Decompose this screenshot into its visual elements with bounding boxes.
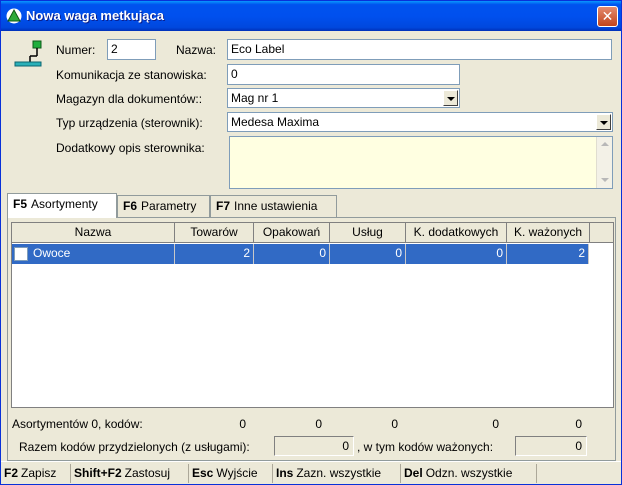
scale-device-icon <box>14 40 42 67</box>
tab-key: F6 <box>123 199 138 213</box>
shortcut-label: Wyjście <box>216 466 258 480</box>
summary-k-wazonych: 0 <box>575 417 582 431</box>
tab-key: F5 <box>13 197 28 211</box>
cell-k-dodatkowych: 0 <box>406 244 507 264</box>
typ-label: Typ urządzenia (sterownik): <box>56 116 203 130</box>
cell-opakowan: 0 <box>254 244 330 264</box>
tab-label: Inne ustawienia <box>234 199 318 213</box>
nazwa-label: Nazwa: <box>176 43 217 57</box>
magazyn-select[interactable]: Mag nr 1 <box>227 88 460 108</box>
tab-label: Asortymenty <box>31 197 98 211</box>
opis-label: Dodatkowy opis sterownika: <box>56 141 205 155</box>
column-header-k-wazonych[interactable]: K. ważonych <box>507 223 590 243</box>
typ-select[interactable]: Medesa Maxima <box>227 112 613 132</box>
summary-towarow: 0 <box>239 417 246 431</box>
typ-value: Medesa Maxima <box>231 115 320 129</box>
shortcut-key: Esc <box>192 466 214 480</box>
cell-nazwa: Owoce <box>12 244 175 264</box>
summary-opakowan: 0 <box>315 417 322 431</box>
magazyn-label: Magazyn dla dokumentów:: <box>56 92 203 106</box>
memo-scrollbar[interactable] <box>596 137 612 188</box>
scale-app-icon <box>6 8 22 24</box>
tab-inne-ustawienia[interactable]: F7 Inne ustawienia <box>210 195 337 217</box>
title-bar[interactable]: Nowa waga metkująca ✕ <box>1 1 621 31</box>
shortcut-deselect-all[interactable]: Del Odzn. wszystkie <box>401 464 537 483</box>
column-header-uslug[interactable]: Usług <box>330 223 406 243</box>
chevron-down-icon[interactable] <box>596 114 611 130</box>
komunikacja-label: Komunikacja ze stanowiska: <box>56 68 207 82</box>
shortcut-label: Zazn. wszystkie <box>296 466 382 480</box>
cell-k-wazonych: 2 <box>507 244 589 264</box>
wazonych-field: 0 <box>515 436 587 456</box>
shortcut-key: Ins <box>276 466 294 480</box>
summary-uslug: 0 <box>391 417 398 431</box>
komunikacja-field[interactable]: 0 <box>227 64 460 85</box>
shortcut-save[interactable]: F2 Zapisz <box>1 464 71 483</box>
cell-nazwa-text: Owoce <box>33 246 71 260</box>
dialog-window: Nowa waga metkująca ✕ Numer: 2 Nazwa: Ec… <box>0 0 622 485</box>
column-header-k-dodatkowych[interactable]: K. dodatkowych <box>406 223 507 243</box>
table-row[interactable]: Owoce 2 0 0 0 2 <box>12 244 589 264</box>
opis-textarea[interactable] <box>229 136 613 189</box>
scroll-up-icon[interactable] <box>598 138 612 152</box>
column-header-filler <box>590 223 613 243</box>
column-header-opakowan[interactable]: Opakowań <box>254 223 330 243</box>
tab-parametry[interactable]: F6 Parametry <box>117 195 210 217</box>
summary-count-label: Asortymentów 0, kodów: <box>12 417 143 431</box>
shortcut-label: Zapisz <box>21 466 57 480</box>
window-title: Nowa waga metkująca <box>26 8 164 23</box>
magazyn-value: Mag nr 1 <box>231 91 279 105</box>
status-bar: F2 Zapisz Shift+F2 Zastosuj Esc Wyjście Ins… <box>1 461 621 484</box>
cell-towarow: 2 <box>175 244 254 264</box>
shortcut-key: F2 <box>4 466 19 480</box>
wazonych-label: , w tym kodów ważonych: <box>357 440 494 454</box>
shortcut-exit[interactable]: Esc Wyjście <box>189 464 273 483</box>
shortcut-label: Odzn. wszystkie <box>425 466 513 480</box>
asortymenty-grid[interactable]: Nazwa Towarów Opakowań Usług K. dodatkow… <box>11 222 614 408</box>
numer-field[interactable]: 2 <box>107 39 156 60</box>
shortcut-select-all[interactable]: Ins Zazn. wszystkie <box>273 464 401 483</box>
razem-field: 0 <box>274 436 354 456</box>
row-checkbox[interactable] <box>14 247 28 261</box>
tab-panel-asortymenty: Nazwa Towarów Opakowań Usług K. dodatkow… <box>7 217 616 461</box>
column-header-towarow[interactable]: Towarów <box>175 223 254 243</box>
tab-label: Parametry <box>141 199 197 213</box>
shortcut-label: Zastosuj <box>124 466 171 480</box>
tab-asortymenty[interactable]: F5 Asortymenty <box>7 193 117 218</box>
column-header-nazwa[interactable]: Nazwa <box>12 223 175 243</box>
shortcut-key: Shift+F2 <box>74 466 122 480</box>
scroll-down-icon[interactable] <box>598 173 612 187</box>
numer-label: Numer: <box>56 43 96 57</box>
shortcut-apply[interactable]: Shift+F2 Zastosuj <box>71 464 189 483</box>
shortcut-key: Del <box>404 466 423 480</box>
summary-k-dodatkowych: 0 <box>492 417 499 431</box>
razem-label: Razem kodów przydzielonych (z usługami): <box>19 440 250 454</box>
close-button[interactable]: ✕ <box>597 6 618 27</box>
tab-key: F7 <box>216 199 231 213</box>
nazwa-field[interactable]: Eco Label <box>227 39 612 60</box>
cell-uslug: 0 <box>330 244 406 264</box>
chevron-down-icon[interactable] <box>443 90 458 106</box>
